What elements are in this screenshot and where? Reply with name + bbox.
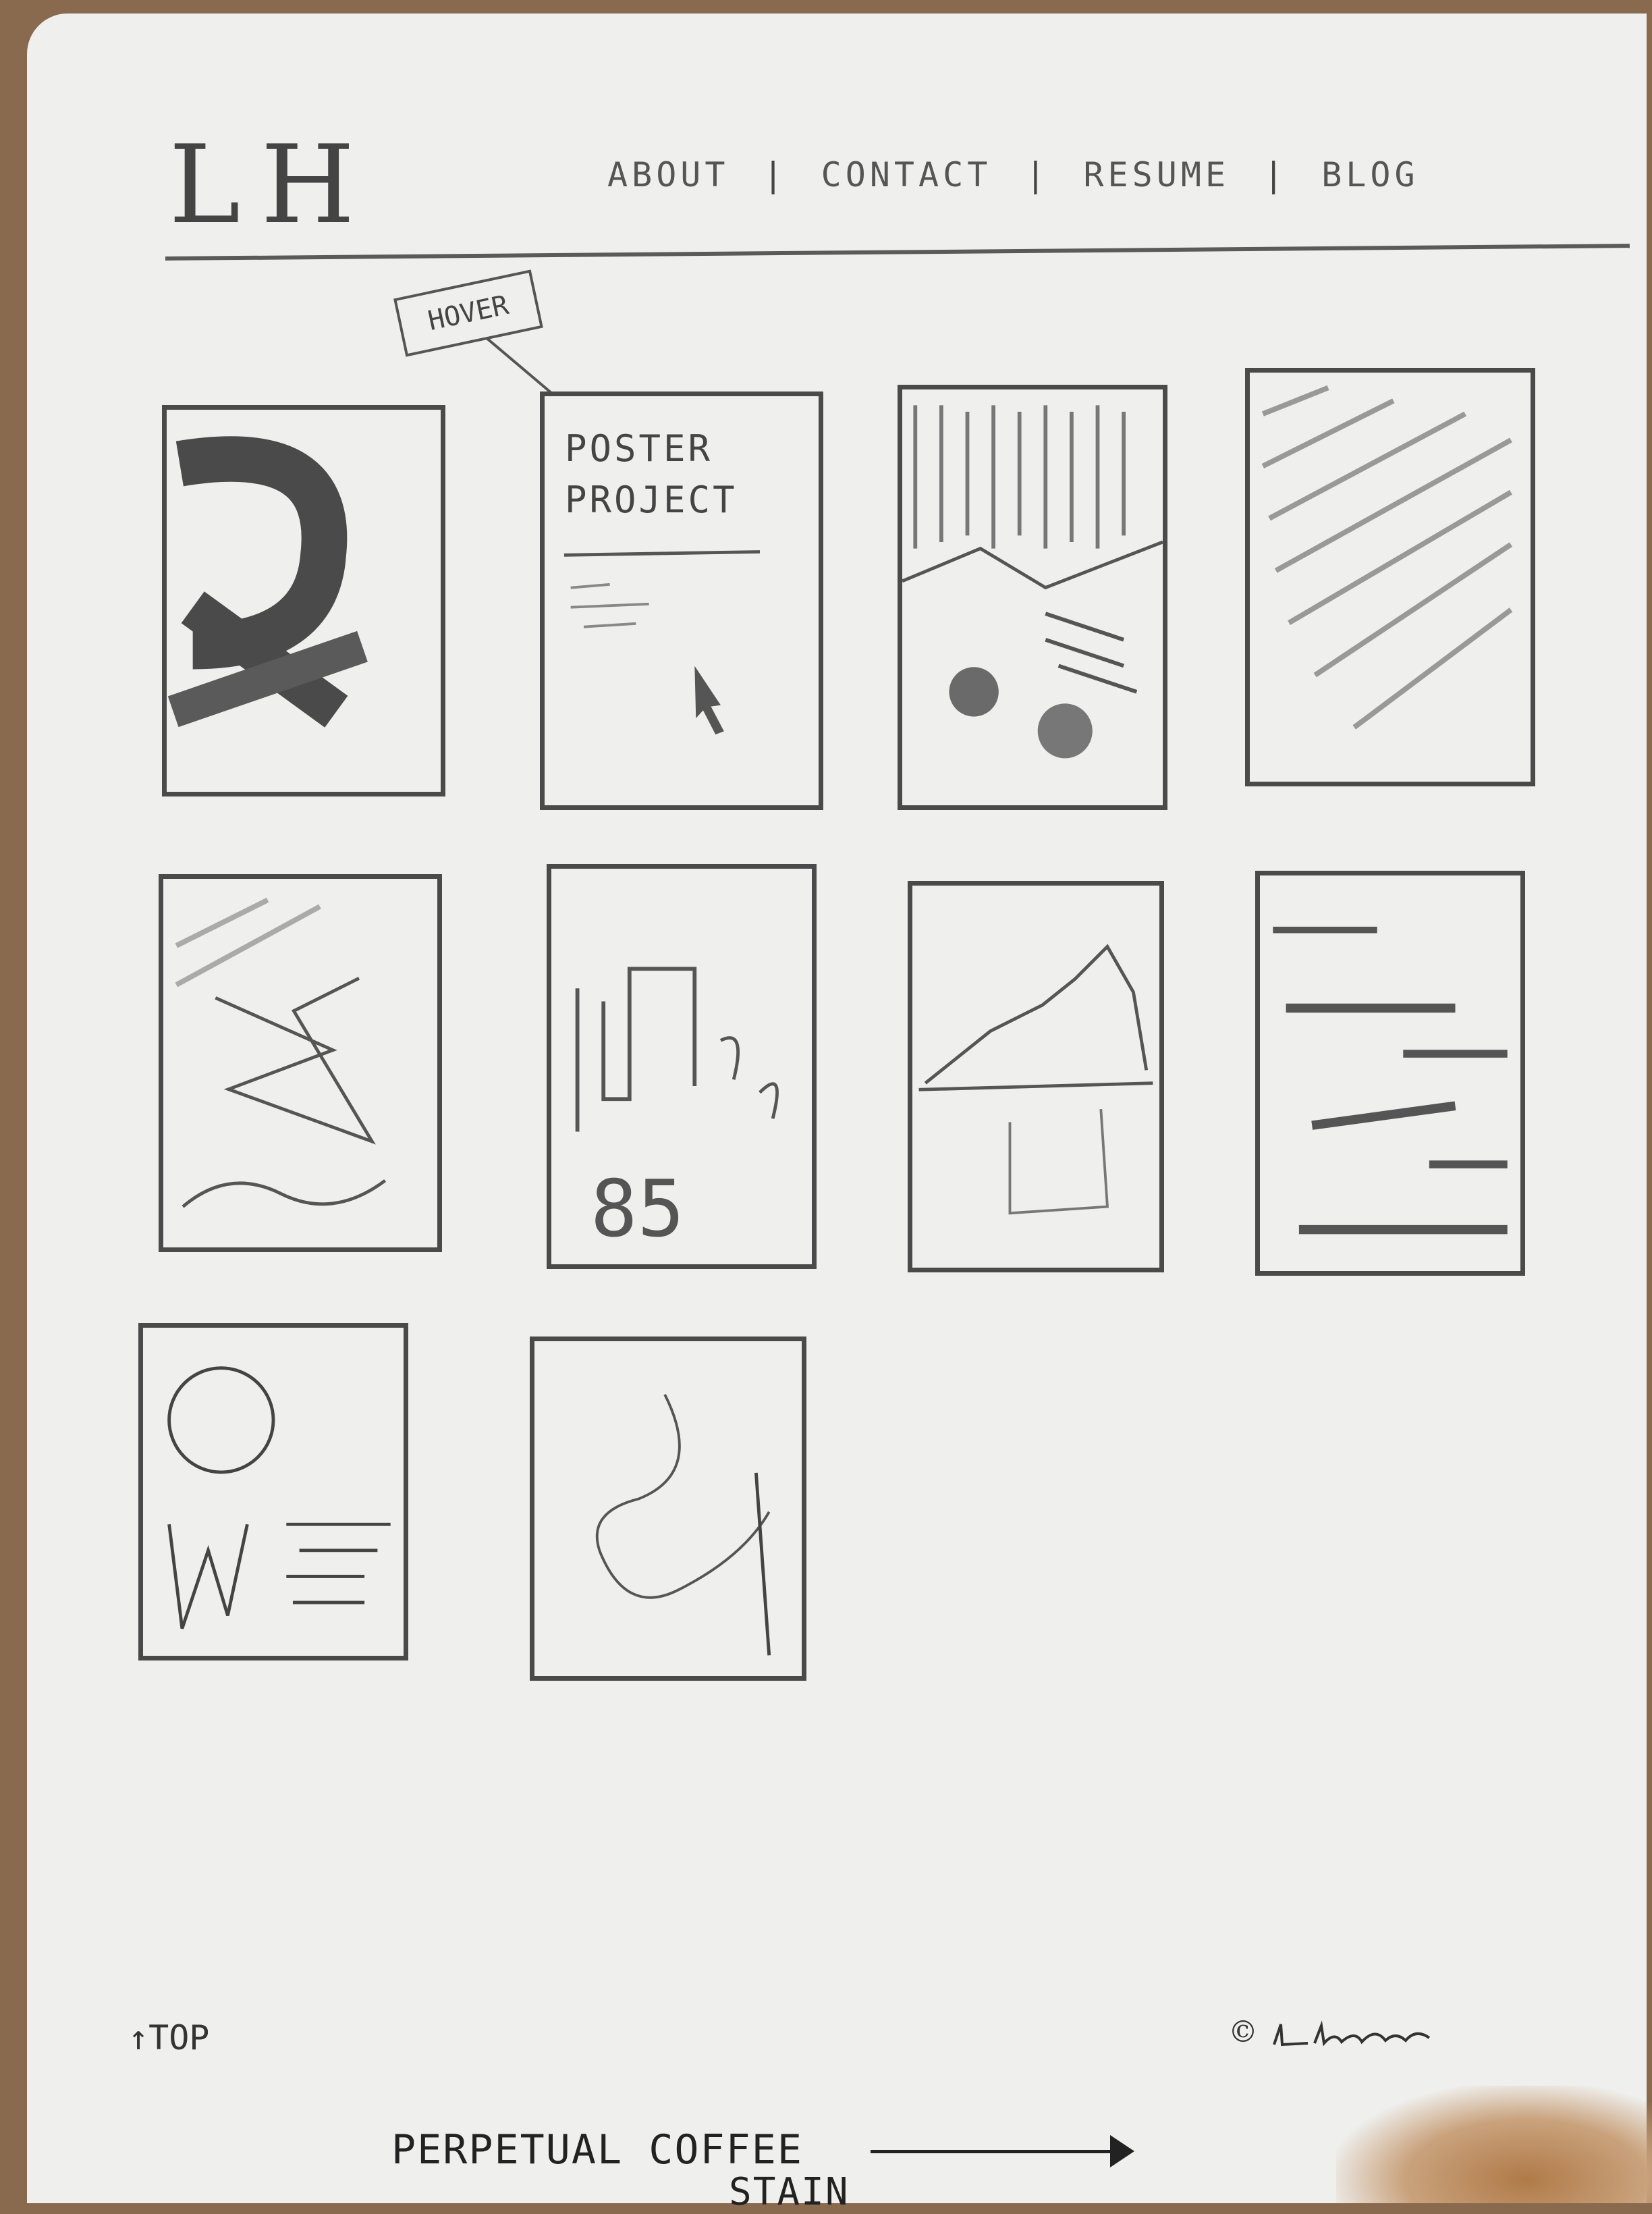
arrow-right-icon — [1110, 2135, 1134, 2167]
portfolio-tile[interactable] — [908, 881, 1164, 1272]
signature — [1273, 2020, 1431, 2047]
tile-thumbnail-sketch — [902, 405, 1163, 759]
cursor-arrow-icon — [694, 666, 724, 735]
nav-contact[interactable]: CONTACT — [821, 155, 992, 194]
portfolio-tile-poster-project[interactable]: POSTER PROJECT — [540, 392, 823, 810]
nav-separator: | — [1025, 155, 1050, 194]
tile-thumbnail-sketch: 85 — [575, 967, 779, 1255]
tile-thumbnail-sketch — [1273, 926, 1508, 1235]
tile-thumbnail-sketch — [595, 1394, 771, 1656]
copyright-icon: © — [1228, 2015, 1258, 2049]
note-arrow-line — [871, 2150, 1127, 2153]
coffee-stain — [1336, 2086, 1652, 2203]
portfolio-tile[interactable] — [1255, 871, 1525, 1276]
tile-thumbnail-sketch — [1261, 385, 1513, 730]
portfolio-tile[interactable] — [162, 405, 445, 796]
tile-hover-sketch — [563, 550, 761, 735]
portfolio-tile[interactable] — [159, 874, 442, 1252]
tile-thumbnail-sketch — [175, 897, 387, 1208]
tile-thumbnail-sketch — [918, 944, 1153, 1215]
nav-about[interactable]: ABOUT — [607, 155, 729, 194]
portfolio-tile[interactable] — [530, 1336, 806, 1681]
svg-text:85: 85 — [590, 1164, 684, 1255]
site-logo[interactable]: LH — [169, 122, 375, 248]
nav-blog[interactable]: BLOG — [1321, 155, 1419, 194]
portfolio-tile[interactable] — [898, 385, 1167, 810]
portfolio-tile[interactable] — [138, 1323, 408, 1660]
main-nav: ABOUT | CONTACT | RESUME | BLOG — [607, 155, 1419, 194]
tile-thumbnail-sketch — [167, 436, 368, 728]
nav-separator: | — [1263, 155, 1288, 194]
back-to-top-link[interactable]: ↑TOP — [128, 2018, 209, 2057]
margin-note-line2: STAIN — [729, 2170, 850, 2214]
tile-thumbnail-sketch — [167, 1366, 391, 1629]
nav-resume[interactable]: RESUME — [1083, 155, 1230, 194]
margin-note: PERPETUAL COFFEE — [391, 2126, 803, 2174]
portfolio-tile[interactable]: 85 — [547, 864, 817, 1269]
nav-separator: | — [763, 155, 788, 194]
copyright: © — [1228, 2015, 1443, 2051]
portfolio-tile[interactable] — [1245, 368, 1535, 786]
